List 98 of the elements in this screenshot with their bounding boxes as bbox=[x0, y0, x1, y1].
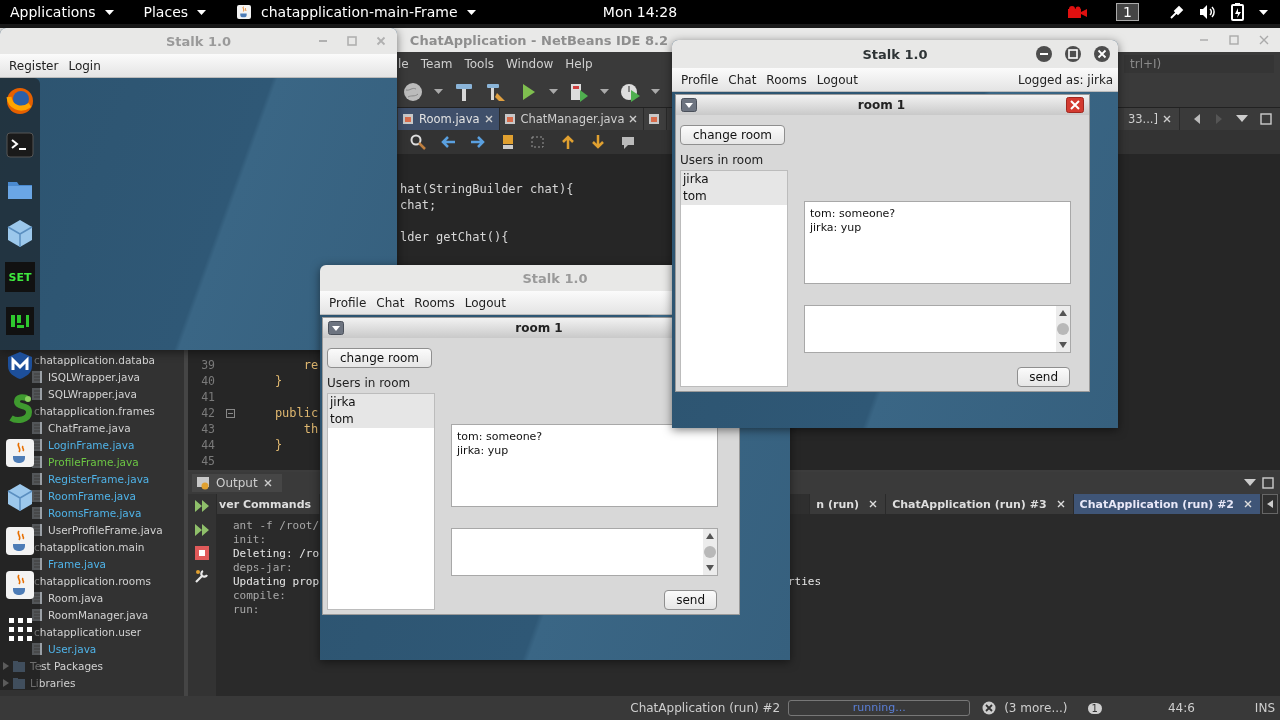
tree-item[interactable]: chatapplication.databa bbox=[32, 353, 155, 366]
notification-badge[interactable]: 1 bbox=[1087, 702, 1102, 714]
tree-item[interactable]: chatapplication.frames bbox=[32, 404, 155, 417]
console-line: init: bbox=[233, 532, 267, 546]
tree-item[interactable]: chatapplication.user bbox=[32, 625, 142, 638]
tree-item[interactable]: SQLWrapper.java bbox=[46, 387, 137, 400]
console-line: Deleting: /ro bbox=[233, 546, 320, 560]
send-button[interactable]: send bbox=[1017, 367, 1070, 387]
line-number: 42 bbox=[201, 406, 215, 420]
code-line: public bbox=[274, 406, 319, 420]
line-number: 44 bbox=[201, 438, 215, 452]
editor-tab[interactable]: ChatManager.java bbox=[499, 108, 645, 130]
tree-item[interactable]: Frame.java bbox=[46, 557, 107, 570]
editor-tab[interactable]: Room.java bbox=[398, 108, 500, 130]
line-number: 41 bbox=[201, 390, 215, 404]
code-line: th bbox=[303, 422, 319, 436]
line-number: 45 bbox=[201, 454, 215, 468]
list-item[interactable]: tom bbox=[328, 411, 434, 428]
tree-item[interactable]: RoomFrame.java bbox=[46, 489, 136, 502]
cursor-position: 44:6 bbox=[1167, 701, 1195, 715]
source-code: hat(StringBuilder chat){ chat; lder getChat(){ bbox=[400, 181, 574, 245]
list-label: Users in room bbox=[680, 153, 764, 167]
chat-message: tom: someone? bbox=[810, 207, 897, 221]
output-tab[interactable]: ver Commands bbox=[216, 494, 320, 514]
chat-message: tom: someone? bbox=[457, 430, 544, 444]
menu-item[interactable]: Login bbox=[63, 58, 106, 73]
tree-item[interactable]: ProfileFrame.java bbox=[46, 455, 139, 468]
tree-item[interactable]: UserProfileFrame.java bbox=[46, 523, 163, 536]
tree-item[interactable]: ISQLWrapper.java bbox=[46, 370, 141, 383]
window-title: Stalk 1.0 bbox=[862, 46, 928, 62]
code-line: } bbox=[274, 438, 283, 452]
console-line: Updating prop bbox=[233, 574, 320, 588]
menu-item[interactable]: Profile bbox=[324, 295, 372, 310]
tree-item[interactable]: ChatFrame.java bbox=[46, 421, 131, 434]
workspace-indicator[interactable]: 1 bbox=[1116, 3, 1139, 21]
tree-item[interactable]: chatapplication.rooms bbox=[32, 574, 151, 587]
tree-item[interactable]: Room.java bbox=[46, 591, 104, 604]
console-line: run: bbox=[233, 602, 260, 616]
menu-item[interactable]: Team bbox=[420, 57, 453, 71]
code-line: re bbox=[303, 358, 319, 372]
tree-item[interactable]: RoomManager.java bbox=[46, 608, 149, 621]
window-title: Stalk 1.0 bbox=[166, 33, 231, 49]
tree-item[interactable]: LoginFrame.java bbox=[46, 438, 135, 451]
list-item[interactable]: jirka bbox=[681, 171, 787, 188]
output-tab[interactable]: n (run) bbox=[809, 494, 886, 514]
editor-tab[interactable]: 33...] bbox=[1123, 108, 1180, 130]
status-text: ChatApplication (run) #2 bbox=[630, 701, 781, 715]
chat-message: jirka: yup bbox=[810, 221, 863, 235]
console-line: ant -f /root/ bbox=[233, 518, 320, 532]
frame-title: room 1 bbox=[856, 98, 907, 112]
window-title: Stalk 1.0 bbox=[522, 270, 588, 286]
tree-item[interactable]: User.java bbox=[46, 642, 97, 655]
menu-item[interactable]: Help bbox=[565, 57, 593, 71]
menu-item[interactable]: Register bbox=[4, 58, 64, 73]
menu-item[interactable]: Logout bbox=[459, 295, 511, 310]
search-field[interactable]: trl+I) bbox=[1124, 55, 1274, 73]
menu-item[interactable]: Tools bbox=[464, 57, 494, 71]
list-item[interactable]: tom bbox=[681, 188, 787, 205]
change-room-button[interactable]: change room bbox=[327, 348, 433, 368]
window-title: ChatApplication - NetBeans IDE 8.2 bbox=[409, 32, 668, 48]
tree-item[interactable]: Libraries bbox=[28, 676, 76, 689]
output-tab[interactable]: Output bbox=[192, 474, 282, 492]
menu-button[interactable]: Applications bbox=[8, 2, 116, 22]
tree-item[interactable]: RegisterFrame.java bbox=[46, 472, 150, 485]
change-room-button[interactable]: change room bbox=[680, 125, 786, 145]
menu-item[interactable]: Rooms bbox=[761, 72, 812, 87]
menu-item[interactable]: Chat bbox=[371, 295, 410, 310]
tree-item[interactable]: RoomsFrame.java bbox=[46, 506, 142, 519]
line-number: 39 bbox=[201, 358, 215, 372]
send-button[interactable]: send bbox=[664, 590, 717, 610]
app-launcher[interactable]: SET bbox=[5, 262, 35, 292]
output-tab[interactable]: ChatApplication (run) #2 bbox=[1072, 494, 1260, 514]
insert-mode: INS bbox=[1254, 701, 1275, 715]
chat-message: jirka: yup bbox=[457, 444, 510, 458]
console-line: deps-jar: bbox=[233, 560, 293, 574]
menu-item[interactable]: Chat bbox=[723, 72, 762, 87]
logged-in-label: Logged as: jirka bbox=[1017, 72, 1114, 87]
clock[interactable]: Mon 14:28 bbox=[598, 4, 682, 20]
menu-item[interactable]: Rooms bbox=[409, 295, 460, 310]
menu-item[interactable]: Window bbox=[506, 57, 554, 71]
tree-item[interactable]: chatapplication.main bbox=[32, 540, 145, 553]
line-number: 40 bbox=[201, 374, 215, 388]
app-menu-button[interactable]: chatapplication-main-Frame bbox=[234, 2, 478, 22]
frame-title: room 1 bbox=[514, 321, 564, 335]
menu-button[interactable]: Places bbox=[141, 2, 209, 22]
tree-item[interactable]: Test Packages bbox=[28, 659, 103, 672]
menu-item[interactable]: Logout bbox=[811, 72, 863, 87]
console-line: rties bbox=[788, 574, 822, 588]
menu-item[interactable]: le bbox=[398, 57, 409, 71]
output-tab[interactable]: ChatApplication (run) #3 bbox=[885, 494, 1073, 514]
list-label: Users in room bbox=[327, 376, 411, 390]
running-indicator: running... bbox=[788, 700, 971, 716]
more-tasks-link[interactable]: (3 more...) bbox=[1004, 701, 1068, 715]
code-line: } bbox=[274, 374, 283, 388]
console-line: compile: bbox=[233, 588, 286, 602]
list-item[interactable]: jirka bbox=[328, 394, 434, 411]
menu-item[interactable]: Profile bbox=[676, 72, 724, 87]
line-number: 43 bbox=[201, 422, 215, 436]
